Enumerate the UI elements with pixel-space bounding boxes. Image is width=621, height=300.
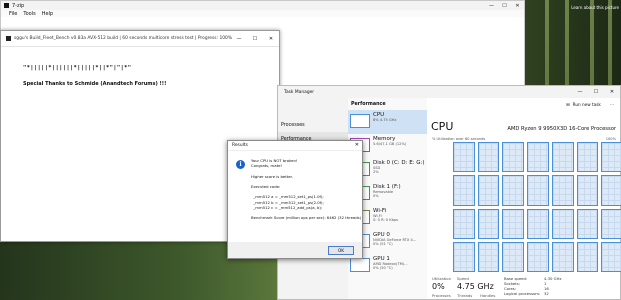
core-graph — [551, 241, 574, 272]
console-output-thanks: Special Thanks to Schmide (Anandtech For… — [23, 81, 167, 87]
dialog-footer: OK — [228, 242, 362, 258]
minimize-icon[interactable]: — — [485, 1, 498, 10]
close-icon[interactable]: ✕ — [263, 31, 279, 47]
cpu-core-graphs — [453, 142, 621, 272]
core-graph — [576, 175, 599, 206]
run-new-task-button[interactable]: ⊞ Run new task ⋯ — [427, 98, 620, 110]
util-label: % Utilization over 60 seconds — [432, 137, 486, 141]
taskmgr-title: Task Manager — [284, 89, 315, 95]
dialog-message: Your CPU is NOT broken! Congrats, mate! … — [251, 158, 362, 221]
console-output-banner: "*|||||*||||||*|||||*||*"|"|*" — [23, 65, 132, 71]
maximize-icon[interactable]: ☐ — [498, 1, 511, 10]
run-task-icon: ⊞ — [566, 101, 570, 107]
app-icon — [4, 3, 9, 8]
core-graph — [477, 208, 500, 239]
cpu-detail-pane: ⊞ Run new task ⋯ CPU AMD Ryzen 9 9950X3D 1… — [427, 98, 621, 299]
gpu-thumb — [350, 258, 370, 272]
maximize-icon[interactable]: ☐ — [247, 31, 263, 47]
core-graph — [453, 208, 475, 239]
menu-help[interactable]: Help — [42, 11, 53, 17]
core-graph — [477, 241, 500, 272]
perf-item-sub: 5.6/47.1 GB (12%) — [373, 142, 407, 146]
minimize-icon[interactable]: — — [231, 31, 247, 47]
info-icon: i — [236, 160, 245, 169]
core-graph — [477, 175, 500, 206]
close-icon[interactable]: ✕ — [604, 86, 620, 98]
utilization-label: Utilization — [432, 276, 452, 281]
core-graph — [527, 241, 549, 272]
core-graph — [601, 142, 621, 173]
run-task-label: Run new task — [572, 101, 601, 107]
more-options-icon[interactable]: ⋯ — [610, 102, 614, 107]
minimize-icon[interactable]: — — [572, 86, 588, 98]
core-graph — [502, 175, 525, 206]
speed-value: 4.75 GHz — [457, 282, 494, 291]
menu-file[interactable]: File — [9, 11, 17, 17]
perf-item-sub: SSD 2% — [373, 166, 381, 175]
menu-bar: File Tools Help — [1, 10, 524, 17]
core-graph — [527, 175, 549, 206]
core-graph — [601, 208, 621, 239]
spec-logical-value: 32 — [544, 291, 549, 296]
desktop-caption[interactable]: Learn about this picture — [571, 5, 619, 10]
perf-item-sub: AMD Radeon(TM)... 0% (50 °C) — [373, 262, 408, 271]
console-icon — [6, 36, 11, 41]
core-graph — [453, 142, 475, 173]
perf-item-sub: 8% 4.75 GHz — [373, 118, 397, 122]
menu-tools[interactable]: Tools — [23, 11, 35, 17]
core-graph — [576, 208, 599, 239]
core-graph — [527, 142, 549, 173]
core-graph — [527, 208, 549, 239]
close-icon[interactable]: ✕ — [355, 142, 359, 148]
dialog-titlebar[interactable]: Results — [228, 141, 362, 151]
core-graph — [453, 241, 475, 272]
core-graph — [477, 142, 500, 173]
perf-item-sub: NVIDIA GeForce RTX 4... 0% (51 °C) — [373, 238, 417, 247]
util-max: 100% — [605, 137, 616, 141]
ok-button[interactable]: OK — [328, 246, 354, 255]
taskmgr-titlebar[interactable]: Task Manager — [278, 86, 620, 98]
core-graph — [502, 142, 525, 173]
console-title: sggu's Build_Fleet_Bench v0.83a AVX-512 … — [14, 36, 233, 41]
core-graph — [601, 175, 621, 206]
perf-item-name: Disk 0 (C: D: E: G:) — [373, 160, 425, 166]
core-graph — [576, 241, 599, 272]
core-graph — [551, 208, 574, 239]
cpu-model: AMD Ryzen 9 9950X3D 16-Core Processor — [507, 126, 616, 132]
speed-label: Speed — [457, 276, 469, 281]
perf-header: Performance — [351, 101, 386, 107]
core-graph — [551, 175, 574, 206]
cpu-title: CPU — [431, 120, 454, 133]
dialog-title: Results — [232, 143, 248, 148]
nav-processes[interactable]: Processes — [278, 118, 348, 132]
close-icon[interactable]: ✕ — [511, 1, 524, 10]
processes-label: Processes — [432, 293, 451, 298]
core-graph — [502, 241, 525, 272]
utilization-value: 0% — [432, 282, 445, 291]
threads-label: Threads — [457, 293, 473, 298]
core-graph — [551, 142, 574, 173]
spec-base-speed-value: 4.30 GHz — [544, 276, 562, 281]
perf-item-cpu[interactable]: CPU 8% 4.75 GHz — [348, 110, 427, 134]
sevenzip-titlebar[interactable]: 7-zip — [1, 1, 524, 10]
perf-item-sub: Removable 0% — [373, 190, 394, 199]
maximize-icon[interactable]: ☐ — [588, 86, 604, 98]
results-dialog: Results ✕ i Your CPU is NOT broken! Cong… — [227, 140, 363, 259]
perf-item-sub: Wi-Fi S: 0 R: 0 Kbps — [373, 214, 399, 223]
core-graph — [576, 142, 599, 173]
core-graph — [502, 208, 525, 239]
handles-label: Handles — [480, 293, 496, 298]
window-title: 7-zip — [12, 2, 25, 9]
cpu-thumb — [350, 114, 370, 128]
spec-logical-label: Logical processors: — [504, 291, 541, 296]
core-graph — [601, 241, 621, 272]
core-graph — [453, 175, 475, 206]
